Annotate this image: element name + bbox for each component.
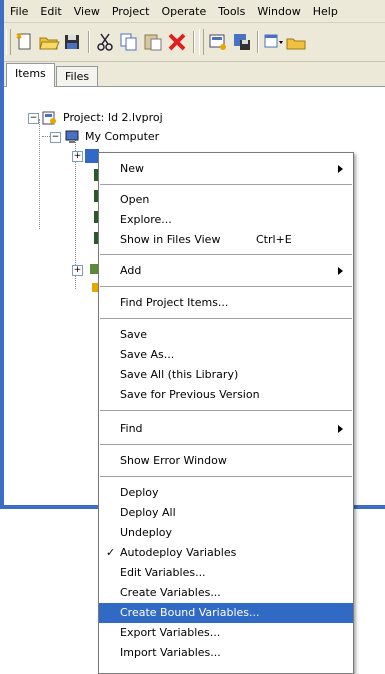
tree-connector — [42, 136, 50, 137]
menu-item-create-variables[interactable]: Create Variables... — [99, 583, 353, 603]
menu-help[interactable]: Help — [307, 5, 344, 18]
menu-separator — [100, 410, 352, 411]
save-project-icon[interactable] — [231, 31, 253, 53]
menu-separator — [100, 444, 352, 445]
menu-separator — [100, 286, 352, 287]
menu-project[interactable]: Project — [106, 5, 156, 18]
menu-operate[interactable]: Operate — [155, 5, 212, 18]
view-options-icon[interactable] — [263, 31, 285, 53]
menu-item-save-all[interactable]: Save All (this Library) — [99, 365, 353, 385]
paste-icon[interactable] — [142, 31, 164, 53]
project-icon — [42, 110, 58, 131]
menu-separator — [100, 184, 352, 185]
folder-settings-icon[interactable] — [285, 31, 307, 53]
menu-tools[interactable]: Tools — [212, 5, 251, 18]
copy-icon[interactable] — [118, 31, 140, 53]
explorer-tabs: Items Files — [4, 62, 385, 87]
toolbar-separator — [88, 31, 90, 53]
new-file-icon[interactable] — [14, 31, 36, 53]
toolbar-separator — [193, 31, 195, 53]
menu-item-show-in-files-view[interactable]: Show in Files View Ctrl+E — [99, 230, 353, 250]
shortcut-text: Ctrl+E — [256, 233, 292, 246]
menu-separator — [100, 476, 352, 477]
menu-window[interactable]: Window — [251, 5, 306, 18]
tab-items[interactable]: Items — [6, 63, 55, 87]
menu-separator — [100, 318, 352, 319]
menu-item-new[interactable]: New — [99, 159, 353, 179]
cut-icon[interactable] — [94, 31, 116, 53]
menu-item-save[interactable]: Save — [99, 325, 353, 345]
collapse-icon[interactable]: − — [28, 113, 39, 124]
project-properties-icon[interactable] — [207, 31, 229, 53]
save-all-icon[interactable] — [62, 31, 84, 53]
submenu-arrow-icon — [338, 165, 343, 173]
expand-icon[interactable]: + — [72, 151, 83, 162]
checkmark-icon: ✓ — [106, 546, 116, 559]
menu-item-save-for-previous-version[interactable]: Save for Previous Version — [99, 385, 353, 405]
menu-item-show-error-window[interactable]: Show Error Window — [99, 451, 353, 471]
toolbar-grip[interactable] — [199, 29, 204, 55]
menu-view[interactable]: View — [68, 5, 106, 18]
collapse-icon[interactable]: − — [50, 132, 61, 143]
open-folder-icon[interactable] — [38, 31, 60, 53]
menu-item-open[interactable]: Open — [99, 190, 353, 210]
menu-file[interactable]: File — [4, 5, 34, 18]
submenu-arrow-icon — [338, 425, 343, 433]
menu-item-create-bound-variables[interactable]: Create Bound Variables... — [99, 603, 353, 623]
toolbar-separator — [257, 31, 259, 53]
menu-item-save-as[interactable]: Save As... — [99, 345, 353, 365]
context-menu: New Open Explore... Show in Files View C… — [98, 152, 354, 674]
menu-item-add[interactable]: Add — [99, 261, 353, 281]
submenu-arrow-icon — [338, 267, 343, 275]
menu-bar: File Edit View Project Operate Tools Win… — [4, 0, 385, 23]
computer-label: My Computer — [85, 130, 160, 143]
menu-item-deploy-all[interactable]: Deploy All — [99, 503, 353, 523]
expand-icon[interactable]: + — [72, 265, 83, 276]
menu-item-edit-variables[interactable]: Edit Variables... — [99, 563, 353, 583]
computer-icon — [64, 129, 80, 150]
menu-item-find-project-items[interactable]: Find Project Items... — [99, 293, 353, 313]
menu-edit[interactable]: Edit — [34, 5, 67, 18]
menu-item-explore[interactable]: Explore... — [99, 210, 353, 230]
menu-item-autodeploy-variables[interactable]: ✓ Autodeploy Variables — [99, 543, 353, 563]
menu-item-export-variables[interactable]: Export Variables... — [99, 623, 353, 643]
tree-connector — [39, 119, 40, 229]
menu-item-find[interactable]: Find — [99, 419, 353, 439]
menu-separator — [100, 254, 352, 255]
tab-files[interactable]: Files — [56, 66, 99, 87]
toolbar-grip[interactable] — [6, 29, 11, 55]
project-label: Project: Id 2.lvproj — [63, 111, 163, 124]
library-icon — [85, 149, 99, 163]
menu-item-import-variables[interactable]: Import Variables... — [99, 643, 353, 663]
delete-icon[interactable] — [166, 31, 188, 53]
menu-item-undeploy[interactable]: Undeploy — [99, 523, 353, 543]
menu-item-deploy[interactable]: Deploy — [99, 483, 353, 503]
toolbar — [4, 23, 385, 62]
